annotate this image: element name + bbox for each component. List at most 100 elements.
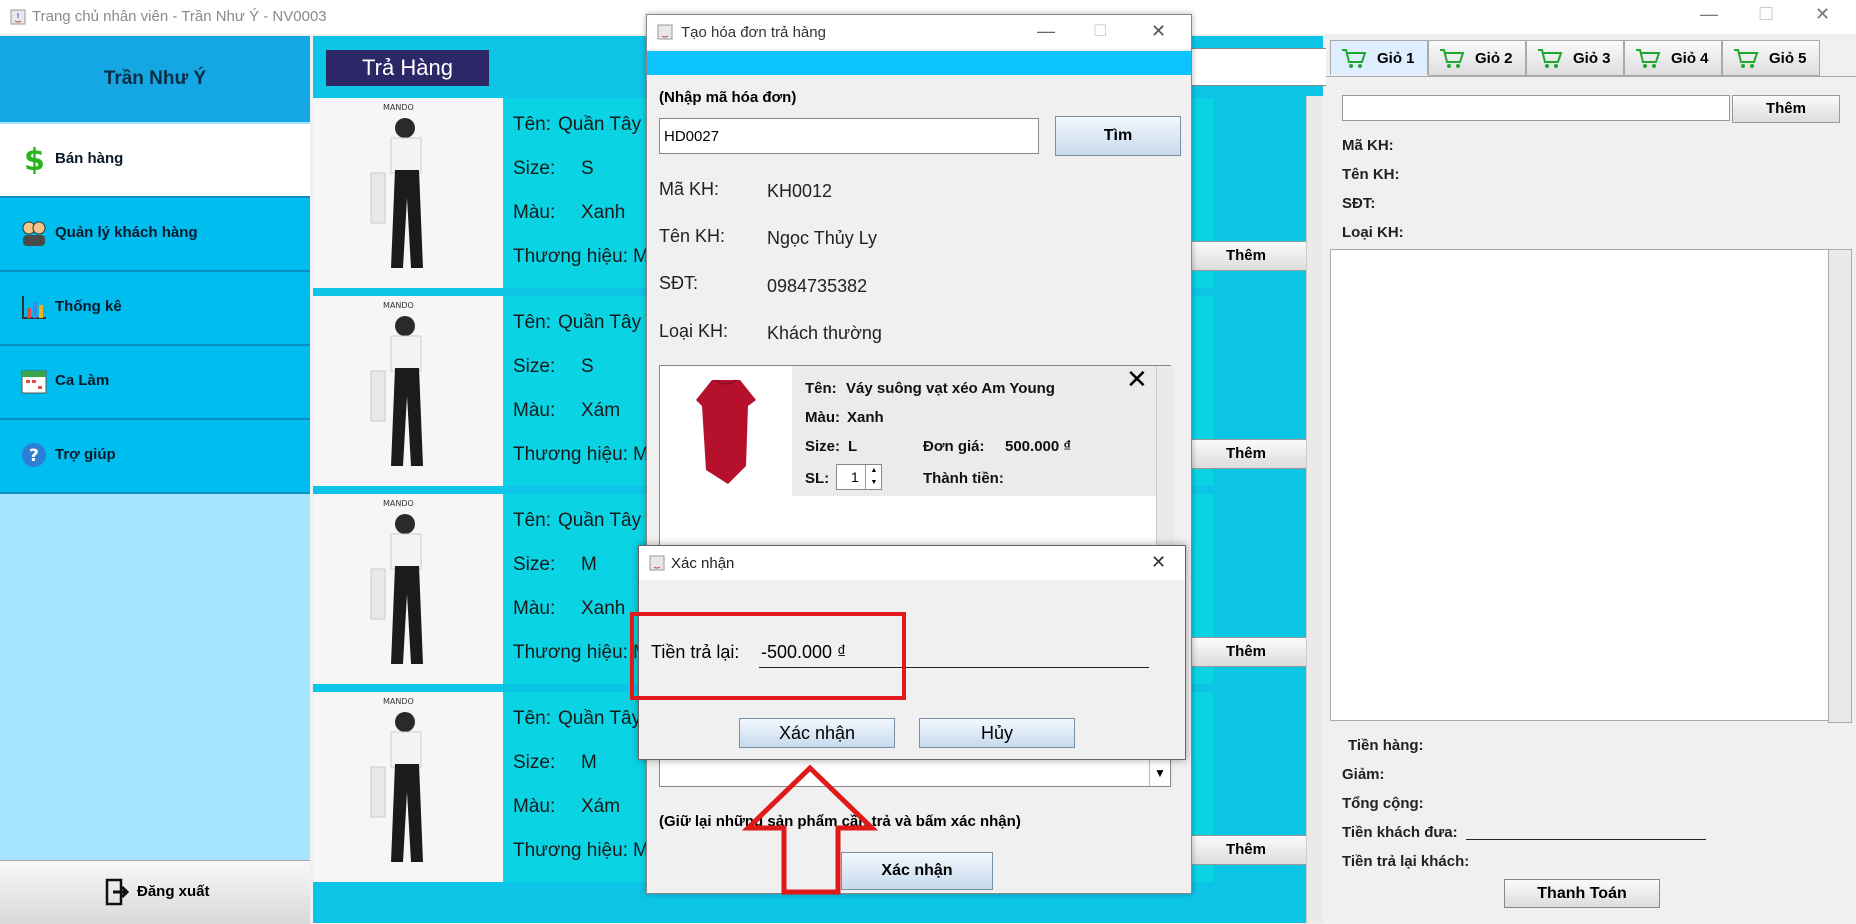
- cancel-button[interactable]: Hủy: [919, 718, 1075, 748]
- cash-given-field[interactable]: [1466, 839, 1706, 840]
- color-value: Xám: [581, 796, 621, 817]
- customer-name-label: Tên KH:: [659, 226, 726, 246]
- item-combo-box[interactable]: ▼: [659, 759, 1171, 787]
- quantity-value: 1: [851, 469, 859, 485]
- name-value: Quần Tây: [558, 708, 642, 729]
- logout-icon: [105, 878, 130, 906]
- svg-text:$: $: [24, 144, 45, 174]
- dialog-title: Xác nhận: [671, 555, 735, 572]
- add-product-button[interactable]: Thêm: [1185, 241, 1307, 271]
- logout-button[interactable]: Đăng xuất: [0, 860, 310, 924]
- product-image: MANDO: [313, 494, 503, 684]
- brand-label: Thương hiệu:: [513, 444, 628, 465]
- color-value: Xám: [581, 400, 621, 421]
- name-value: Quần Tây: [558, 114, 642, 135]
- cart-scrollbar[interactable]: [1828, 249, 1852, 723]
- add-product-button[interactable]: Thêm: [1185, 835, 1307, 865]
- customer-id-label: Mã KH:: [1342, 137, 1394, 154]
- discount-label: Giảm:: [1342, 766, 1385, 783]
- item-color-label: Màu:: [805, 409, 840, 426]
- brand-label: Thương hiệu:: [513, 246, 628, 267]
- java-app-icon: [649, 555, 665, 571]
- sidebar-item-label: Trợ giúp: [55, 446, 116, 463]
- color-label: Màu:: [513, 796, 556, 817]
- chevron-down-icon[interactable]: ▼: [1149, 760, 1170, 786]
- close-button[interactable]: ✕: [1151, 21, 1166, 42]
- tab-gio-4[interactable]: Giỏ 4: [1624, 40, 1722, 76]
- customer-id-value: KH0012: [767, 181, 833, 201]
- cart-icon: [1734, 49, 1759, 68]
- add-product-button[interactable]: Thêm: [1185, 637, 1307, 667]
- svg-text:MANDO: MANDO: [383, 103, 414, 112]
- tab-gio-1[interactable]: Giỏ 1: [1330, 40, 1428, 75]
- svg-text:MANDO: MANDO: [383, 301, 414, 310]
- cart-body: Thêm Mã KH: Tên KH: SĐT: Loại KH: Tiền h…: [1326, 76, 1856, 924]
- tab-label: Giỏ 4: [1671, 50, 1709, 67]
- tab-gio-3[interactable]: Giỏ 3: [1526, 40, 1624, 76]
- tab-gio-5[interactable]: Giỏ 5: [1722, 40, 1820, 76]
- chart-icon: [22, 296, 46, 319]
- cart-icon: [1342, 49, 1367, 68]
- maximize-button[interactable]: ☐: [1758, 4, 1774, 25]
- color-label: Màu:: [513, 598, 556, 619]
- help-icon: ?: [22, 443, 46, 467]
- search-invoice-button[interactable]: Tìm: [1055, 116, 1181, 156]
- sidebar-item-ca-lam[interactable]: Ca Làm: [0, 346, 310, 420]
- logout-label: Đăng xuất: [137, 883, 210, 900]
- size-label: Size:: [513, 554, 556, 575]
- item-price-value: 500.000 ₫: [1005, 438, 1072, 455]
- name-label: Tên:: [513, 114, 552, 135]
- return-button[interactable]: Trả Hàng: [326, 50, 489, 86]
- sidebar-item-thong-ke[interactable]: Thống kê: [0, 272, 310, 346]
- tab-gio-2[interactable]: Giỏ 2: [1428, 40, 1526, 76]
- confirm-button[interactable]: Xác nhận: [739, 718, 895, 748]
- sidebar-item-quan-ly-khach-hang[interactable]: Quản lý khách hàng: [0, 198, 310, 272]
- tab-label: Giỏ 3: [1573, 50, 1611, 67]
- name-label: Tên:: [513, 312, 552, 333]
- item-price-label: Đơn giá:: [923, 438, 985, 455]
- stepper-arrows-icon[interactable]: ▲ ▼: [865, 465, 882, 489]
- color-label: Màu:: [513, 202, 556, 223]
- close-button[interactable]: ✕: [1151, 552, 1166, 573]
- sidebar-header: Trần Như Ý: [0, 36, 310, 122]
- size-value: S: [581, 356, 594, 377]
- invoice-code-input[interactable]: HD0027: [659, 118, 1039, 154]
- name-value: Quần Tây: [558, 312, 642, 333]
- cart-icon: [1538, 49, 1563, 68]
- sidebar-item-label: Ca Làm: [55, 372, 110, 389]
- add-product-button[interactable]: Thêm: [1185, 439, 1307, 469]
- confirm-dialog: Xác nhận ✕ Tiền trả lại: -500.000 ₫ Xác …: [630, 545, 1186, 760]
- sidebar-item-tro-giup[interactable]: ? Trợ giúp: [0, 420, 310, 494]
- java-app-icon: [657, 24, 673, 40]
- cart-product-input[interactable]: [1342, 95, 1730, 121]
- sidebar-item-ban-hang[interactable]: $ Bán hàng: [0, 124, 310, 198]
- customer-type-label: Loại KH:: [659, 321, 729, 341]
- calendar-icon: [21, 370, 47, 394]
- color-label: Màu:: [513, 400, 556, 421]
- minimize-button[interactable]: —: [1037, 21, 1055, 42]
- annotation-arrow-icon: [741, 764, 879, 895]
- size-value: M: [581, 554, 597, 575]
- customer-phone-label: SĐT:: [1342, 195, 1376, 212]
- item-total-label: Thành tiền:: [923, 470, 1004, 487]
- dialog-titlebar: Xác nhận ✕: [639, 546, 1185, 580]
- product-list-scrollbar[interactable]: [1306, 96, 1323, 923]
- pay-button[interactable]: Thanh Toán: [1504, 879, 1660, 908]
- close-button[interactable]: ✕: [1815, 4, 1830, 25]
- user-name: Trần Như Ý: [103, 68, 207, 89]
- customer-phone-value: 0984735382: [767, 276, 868, 296]
- sidebar-item-label: Quản lý khách hàng: [55, 224, 198, 241]
- quantity-stepper[interactable]: 1 ▲ ▼: [836, 464, 882, 490]
- cart-add-button[interactable]: Thêm: [1732, 95, 1840, 123]
- item-size-value: L: [848, 438, 858, 455]
- item-color-value: Xanh: [847, 409, 884, 426]
- color-value: Xanh: [581, 202, 626, 223]
- size-value: S: [581, 158, 594, 179]
- dialog-accent-bar: [647, 51, 1191, 75]
- window-title: Trang chủ nhân viên - Trần Như Ý - NV000…: [32, 8, 327, 25]
- maximize-button[interactable]: ☐: [1093, 21, 1107, 41]
- size-label: Size:: [513, 158, 556, 179]
- customer-type-value: Khách thường: [767, 323, 882, 343]
- minimize-button[interactable]: —: [1700, 4, 1718, 25]
- remove-item-button[interactable]: ✕: [1126, 364, 1148, 395]
